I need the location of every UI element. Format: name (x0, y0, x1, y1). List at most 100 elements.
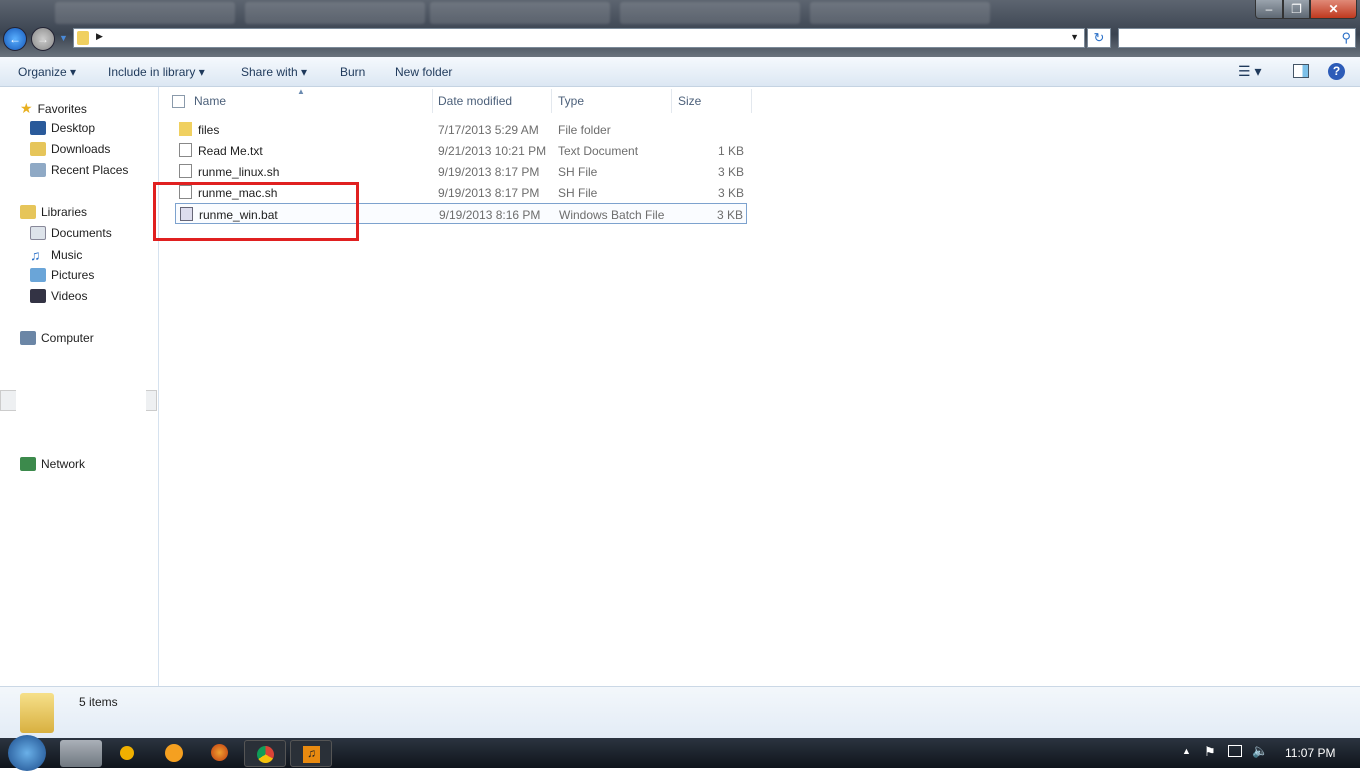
restore-button[interactable]: ❐ (1283, 0, 1310, 19)
nav-music[interactable]: ♫ Music (30, 247, 82, 263)
breadcrumb-arrow-icon[interactable]: ▶ (96, 31, 103, 42)
nav-label: Recent Places (51, 163, 129, 177)
redacted-area (16, 352, 146, 440)
help-icon[interactable]: ? (1328, 63, 1345, 80)
search-icon[interactable]: ⚲ (1341, 30, 1351, 46)
file-row[interactable]: runme_linux.sh 9/19/2013 8:17 PM SH File… (175, 161, 747, 182)
volume-icon[interactable]: 🔈 (1252, 743, 1268, 759)
network-status-icon[interactable] (1228, 745, 1242, 757)
start-button[interactable] (8, 735, 46, 771)
nav-label: Desktop (51, 121, 96, 135)
burn-button[interactable]: Burn (340, 65, 365, 79)
file-size: 3 KB (717, 186, 744, 200)
title-bar: – ❐ ✕ ← → ▼ ▶ ▼ ↻ ⚲ (0, 0, 1360, 57)
view-options-icon[interactable]: ☰ ▾ (1238, 63, 1261, 80)
clock[interactable]: 11:07 PM (1285, 746, 1335, 760)
nav-desktop[interactable]: Desktop (30, 121, 95, 135)
folder-icon (20, 693, 54, 733)
taskbar-chrome[interactable] (244, 740, 286, 767)
nav-label: Pictures (51, 268, 95, 282)
nav-label: Music (51, 248, 83, 262)
file-size: 3 KB (717, 165, 744, 179)
column-header-name[interactable]: Name (194, 94, 226, 108)
browser-tab[interactable] (430, 2, 610, 24)
file-size: 3 KB (716, 208, 743, 222)
firefox-icon[interactable] (211, 744, 228, 761)
back-button[interactable]: ← (3, 27, 27, 51)
include-in-library-button[interactable]: Include in library ▾ (108, 65, 205, 79)
file-icon (179, 164, 192, 178)
file-list: ▲ Name Date modified Type Size files 7/1… (153, 87, 1360, 686)
action-center-flag-icon[interactable]: ⚑ (1204, 744, 1216, 760)
nav-documents[interactable]: Documents (30, 226, 112, 240)
taskbar-app-icon[interactable] (165, 744, 183, 762)
include-label: Include in library (108, 65, 196, 79)
browser-tab[interactable] (245, 2, 425, 24)
file-name: Read Me.txt (198, 144, 263, 158)
forward-button[interactable]: → (31, 27, 55, 51)
text-file-icon (179, 143, 192, 157)
select-all-checkbox[interactable] (172, 95, 185, 108)
nav-label: Documents (51, 226, 112, 240)
star-icon: ★ (20, 100, 33, 116)
column-header-size[interactable]: Size (678, 94, 701, 108)
status-bar: 5 items (0, 686, 1360, 738)
nav-downloads[interactable]: Downloads (30, 142, 110, 156)
column-divider[interactable] (432, 89, 433, 113)
nav-label: Computer (41, 331, 94, 345)
column-header-type[interactable]: Type (558, 94, 584, 108)
desktop-icon (30, 121, 46, 135)
address-dropdown-icon[interactable]: ▼ (1070, 32, 1079, 42)
browser-tab[interactable] (810, 2, 990, 24)
nav-pictures[interactable]: Pictures (30, 268, 94, 282)
minimize-button[interactable]: – (1255, 0, 1283, 19)
file-type: Windows Batch File (559, 208, 665, 222)
column-divider[interactable] (671, 89, 672, 113)
downloads-icon (30, 142, 46, 156)
nav-computer[interactable]: Computer (20, 331, 94, 345)
organize-label: Organize (18, 65, 67, 79)
file-type: SH File (558, 165, 598, 179)
refresh-button[interactable]: ↻ (1087, 28, 1111, 48)
navigation-pane: ★ Favorites Desktop Downloads Recent Plac… (0, 87, 159, 686)
preview-pane-icon[interactable] (1293, 64, 1309, 78)
file-row[interactable]: Read Me.txt 9/21/2013 10:21 PM Text Docu… (175, 140, 747, 161)
taskbar: ♫ ▲ ⚑ 🔈 11:07 PM (0, 735, 1360, 771)
file-name: files (198, 123, 220, 137)
file-date: 9/19/2013 8:17 PM (438, 165, 540, 179)
search-input[interactable]: ⚲ (1118, 28, 1356, 48)
column-divider[interactable] (551, 89, 552, 113)
file-type: Text Document (558, 144, 639, 158)
close-button[interactable]: ✕ (1310, 0, 1357, 19)
browser-tab[interactable] (55, 2, 235, 24)
music-icon: ♫ (30, 247, 41, 263)
file-size: 1 KB (717, 144, 744, 158)
share-label: Share with (241, 65, 298, 79)
nav-label: Videos (51, 289, 88, 303)
folder-icon (179, 122, 192, 136)
organize-button[interactable]: Organize ▾ (18, 65, 76, 79)
taskbar-app-icon[interactable] (120, 746, 134, 760)
nav-videos[interactable]: Videos (30, 289, 87, 303)
nav-network[interactable]: Network (20, 457, 85, 471)
show-hidden-icons[interactable]: ▲ (1182, 746, 1191, 756)
folder-icon (77, 31, 89, 45)
documents-icon (30, 226, 46, 240)
libraries-icon (20, 205, 36, 219)
column-divider[interactable] (751, 89, 752, 113)
videos-icon (30, 289, 46, 303)
taskbar-music-app[interactable]: ♫ (290, 740, 332, 767)
share-with-button[interactable]: Share with ▾ (241, 65, 307, 79)
recent-pages-dropdown-icon[interactable]: ▼ (59, 33, 68, 43)
nav-favorites[interactable]: ★ Favorites (20, 100, 87, 117)
sort-ascending-icon: ▲ (297, 87, 305, 96)
nav-libraries[interactable]: Libraries (20, 205, 87, 219)
taskbar-explorer[interactable] (60, 740, 102, 767)
nav-recent-places[interactable]: Recent Places (30, 163, 128, 177)
browser-tab[interactable] (620, 2, 800, 24)
new-folder-button[interactable]: New folder (395, 65, 452, 79)
chrome-icon (257, 746, 274, 763)
address-bar[interactable]: ▶ ▼ (73, 28, 1085, 48)
file-row[interactable]: files 7/17/2013 5:29 AM File folder (175, 119, 747, 140)
column-header-date[interactable]: Date modified (438, 94, 512, 108)
